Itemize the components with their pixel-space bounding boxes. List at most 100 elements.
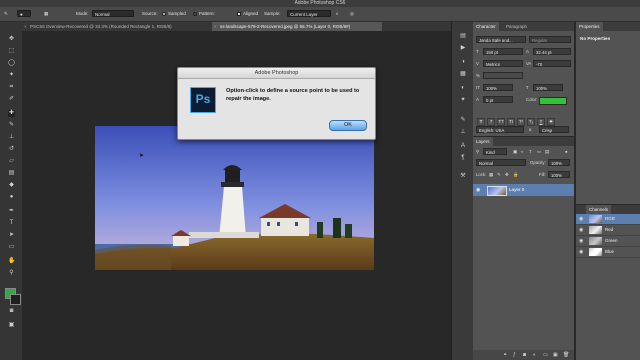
- pen-tool-icon[interactable]: ✒: [8, 208, 15, 215]
- mode-select[interactable]: Normal: [92, 10, 134, 17]
- healing-brush-tool-icon[interactable]: ✚: [8, 110, 15, 117]
- quick-select-tool-icon[interactable]: ✦: [8, 72, 15, 79]
- faux-italic-button[interactable]: T: [487, 118, 495, 126]
- lock-position-icon[interactable]: ✥: [505, 171, 509, 178]
- new-group-icon[interactable]: ▭: [543, 352, 548, 358]
- font-style-select[interactable]: Regular: [529, 36, 571, 43]
- add-mask-icon[interactable]: ◙: [523, 352, 526, 358]
- move-tool-icon[interactable]: ✥: [8, 36, 15, 43]
- layer-row[interactable]: ◉ Layer 0: [473, 184, 574, 196]
- tab-paragraph[interactable]: Paragraph: [503, 22, 530, 31]
- brush-panel-icon[interactable]: ✎: [459, 116, 467, 124]
- marquee-tool-icon[interactable]: ⬚: [8, 48, 15, 55]
- link-layers-icon[interactable]: ⚭: [503, 352, 507, 358]
- delete-layer-icon[interactable]: 🗑: [563, 352, 569, 358]
- strikethrough-button[interactable]: T: [547, 118, 555, 126]
- filter-shape-icon[interactable]: ▭: [537, 148, 541, 155]
- baseline-shift-field[interactable]: 0 pt: [483, 96, 513, 103]
- zoom-tool-icon[interactable]: ⚲: [8, 270, 15, 277]
- lock-transparent-icon[interactable]: ▦: [489, 171, 493, 178]
- pressure-icon[interactable]: ◎: [350, 10, 354, 18]
- ignore-adjustment-icon[interactable]: ◐: [336, 10, 339, 18]
- channel-row[interactable]: ◉ Green: [576, 236, 640, 247]
- small-caps-button[interactable]: Tt: [507, 118, 515, 126]
- font-family-select[interactable]: Janda Safe and...: [476, 36, 526, 43]
- new-adjustment-icon[interactable]: ◐: [533, 352, 536, 358]
- lock-image-icon[interactable]: ✎: [497, 171, 501, 178]
- path-select-tool-icon[interactable]: ➤: [8, 232, 15, 239]
- screen-mode-icon[interactable]: ▣: [8, 322, 15, 329]
- type-tool-icon[interactable]: T: [8, 220, 15, 227]
- dodge-tool-icon[interactable]: ●: [8, 194, 15, 201]
- character-panel-icon[interactable]: A: [459, 142, 467, 150]
- antialias-select[interactable]: Crisp: [539, 126, 569, 133]
- filter-adjustment-icon[interactable]: ◐: [521, 148, 524, 155]
- vertical-scale-field[interactable]: 100%: [483, 84, 513, 91]
- eyedropper-tool-icon[interactable]: ✐: [8, 96, 15, 103]
- visibility-eye-icon[interactable]: ◉: [476, 187, 480, 193]
- add-style-icon[interactable]: ƒ: [513, 352, 516, 358]
- pattern-radio[interactable]: [193, 12, 197, 16]
- color-panel-icon[interactable]: ◑: [459, 58, 467, 66]
- tab-channels[interactable]: Channels: [586, 205, 612, 214]
- leading-field[interactable]: 32.44 pt: [533, 48, 571, 55]
- document-tab[interactable]: × PSCS6 Overview-Recovered @ 33.3% (Roun…: [22, 22, 212, 31]
- filter-pixel-icon[interactable]: ▣: [513, 148, 517, 155]
- close-icon[interactable]: ×: [214, 22, 217, 31]
- styles-panel-icon[interactable]: ✦: [459, 96, 467, 104]
- layer-filter-select[interactable]: Kind: [483, 148, 507, 155]
- visibility-eye-icon[interactable]: ◉: [579, 227, 583, 233]
- sampled-radio[interactable]: [162, 12, 166, 16]
- filter-toggle-icon[interactable]: ●: [565, 148, 568, 155]
- lock-all-icon[interactable]: 🔒: [513, 171, 518, 178]
- all-caps-button[interactable]: TT: [497, 118, 505, 126]
- brush-preset-picker[interactable]: ●: [17, 10, 31, 17]
- actions-panel-icon[interactable]: ▶: [459, 44, 467, 52]
- brush-tool-icon[interactable]: ✎: [8, 122, 15, 129]
- blend-mode-select[interactable]: Normal: [476, 159, 526, 166]
- background-color-swatch[interactable]: [10, 294, 21, 305]
- tab-character[interactable]: Character: [473, 22, 499, 31]
- filter-smart-object-icon[interactable]: ▤: [545, 148, 549, 155]
- aligned-checkbox[interactable]: [237, 12, 241, 16]
- document-image[interactable]: [95, 126, 374, 270]
- subscript-button[interactable]: T₁: [527, 118, 535, 126]
- visibility-eye-icon[interactable]: ◉: [579, 238, 583, 244]
- kerning-field[interactable]: Metrics: [483, 60, 523, 67]
- adjustments-panel-icon[interactable]: ◐: [459, 84, 467, 92]
- crop-tool-icon[interactable]: ⌗: [8, 84, 15, 91]
- gradient-tool-icon[interactable]: ▤: [8, 170, 15, 177]
- channel-row[interactable]: ◉ RGB: [576, 214, 640, 225]
- history-panel-icon[interactable]: ▤: [459, 32, 467, 40]
- hand-tool-icon[interactable]: ✋: [8, 258, 15, 265]
- tab-properties[interactable]: Properties: [576, 22, 603, 31]
- horizontal-scale-field[interactable]: 100%: [533, 84, 563, 91]
- language-select[interactable]: English: USA: [476, 126, 524, 133]
- tracking-field[interactable]: -70: [533, 60, 571, 67]
- fill-field[interactable]: 100%: [548, 171, 570, 178]
- quick-mask-icon[interactable]: ◙: [8, 308, 15, 315]
- swatches-panel-icon[interactable]: ▦: [459, 70, 467, 78]
- text-color-swatch[interactable]: [539, 97, 567, 105]
- ok-button[interactable]: OK: [329, 120, 367, 131]
- document-tab-active[interactable]: × ss-landscape-579-2-Recovered.jpeg @ 66…: [212, 22, 382, 31]
- faux-bold-button[interactable]: T: [477, 118, 485, 126]
- superscript-button[interactable]: T¹: [517, 118, 525, 126]
- channel-row[interactable]: ◉ Blue: [576, 247, 640, 258]
- eraser-tool-icon[interactable]: ▱: [8, 158, 15, 165]
- shape-tool-icon[interactable]: ▭: [8, 244, 15, 251]
- healing-brush-tool-icon[interactable]: ✎: [4, 10, 8, 18]
- brush-panel-icon[interactable]: ▦: [44, 10, 48, 18]
- visibility-eye-icon[interactable]: ◉: [579, 249, 583, 255]
- underline-button[interactable]: T: [537, 118, 545, 126]
- tsume-field[interactable]: [483, 72, 523, 79]
- history-brush-tool-icon[interactable]: ↺: [8, 146, 15, 153]
- tab-layers[interactable]: Layers: [473, 137, 493, 146]
- font-size-field[interactable]: 150 pt: [483, 48, 523, 55]
- clone-source-panel-icon[interactable]: ⊥: [459, 128, 467, 136]
- close-icon[interactable]: ×: [24, 22, 27, 31]
- paragraph-panel-icon[interactable]: ¶: [459, 154, 467, 162]
- sample-select[interactable]: Current Layer: [287, 10, 331, 17]
- lasso-tool-icon[interactable]: ◯: [8, 60, 15, 67]
- clone-stamp-tool-icon[interactable]: ⊥: [8, 134, 15, 141]
